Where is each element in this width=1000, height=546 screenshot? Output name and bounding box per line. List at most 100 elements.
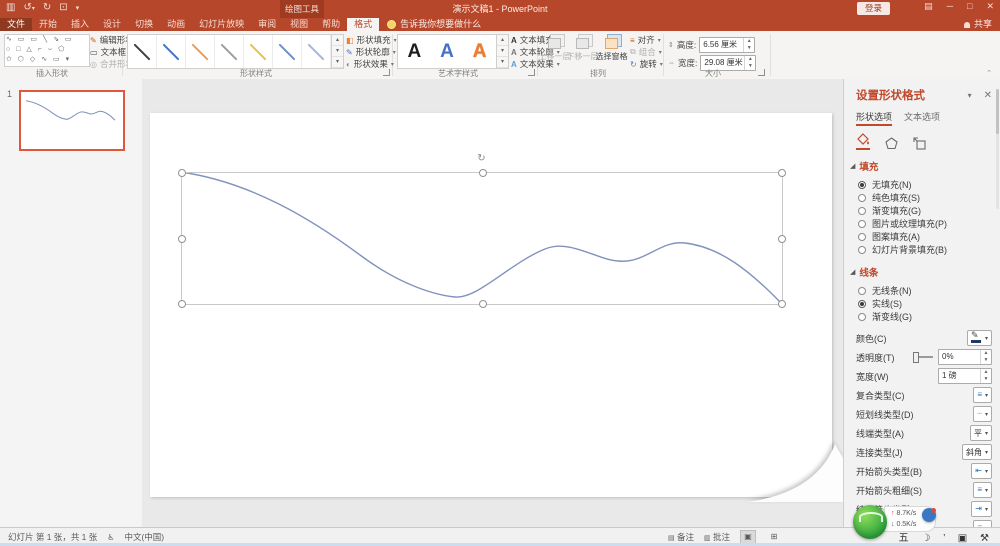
notification-dot-icon[interactable] — [922, 508, 936, 522]
gallery-more-icon[interactable]: ▾ — [497, 57, 508, 68]
spin-up-icon[interactable]: ▲ — [745, 56, 755, 63]
share-button[interactable]: 共享 — [964, 18, 992, 31]
slideshow-icon[interactable]: ⊡ — [59, 2, 67, 13]
selection-pane-button[interactable]: 选择窗格 — [598, 35, 625, 62]
collapse-triangle-icon[interactable]: ◢ — [850, 162, 855, 170]
tab-animations[interactable]: 动画 — [160, 18, 192, 31]
rotate-handle[interactable]: ↻ — [476, 153, 487, 164]
merge-shapes-button[interactable]: ◎ 合并形状▾ — [90, 58, 122, 70]
scroll-down-icon[interactable]: ▾ — [497, 46, 508, 57]
align-button[interactable]: ≡ 对齐▾ — [630, 34, 660, 46]
notes-button[interactable]: ▤ 备注 — [668, 531, 694, 543]
fill-line-category-icon[interactable] — [856, 133, 870, 150]
tell-me-box[interactable]: 告诉我你想要做什么 — [379, 18, 489, 31]
resize-handle-nw[interactable] — [178, 169, 186, 177]
tab-help[interactable]: 帮助 — [315, 18, 347, 31]
wordart-gallery[interactable]: A A A — [397, 34, 497, 69]
customize-qat-icon[interactable]: ▾ — [76, 4, 80, 12]
tab-slideshow[interactable]: 幻灯片放映 — [192, 18, 251, 31]
text-box-button[interactable]: ▭ 文本框▾ — [90, 46, 122, 58]
fill-option-solid[interactable]: 纯色填充(S) — [858, 191, 992, 204]
wordart-dialog-launcher[interactable] — [528, 69, 535, 76]
shape-style-swatch[interactable] — [273, 35, 302, 68]
rotate-button[interactable]: ↻ 旋转▾ — [630, 58, 660, 70]
tab-insert[interactable]: 插入 — [64, 18, 96, 31]
shape-style-swatch[interactable] — [128, 35, 157, 68]
spin-down-icon[interactable]: ▼ — [745, 63, 755, 70]
spin-down-icon[interactable]: ▼ — [981, 357, 991, 364]
redo-icon[interactable]: ↻ — [43, 2, 51, 13]
compound-type-dropdown[interactable]: ≡▾ — [973, 387, 992, 403]
line-width-spinner[interactable]: 1 磅 ▲▼ — [938, 368, 992, 384]
line-option-solid[interactable]: 实线(S) — [858, 297, 992, 310]
undo-icon[interactable]: ↺▾ — [23, 2, 34, 13]
comments-button[interactable]: ▥ 批注 — [704, 531, 730, 543]
height-spinner[interactable]: 6.56 厘米 ▲▼ — [699, 37, 755, 53]
shape-styles-dialog-launcher[interactable] — [383, 69, 390, 76]
bring-forward-button[interactable]: 上移一层 — [541, 35, 568, 62]
resize-handle-w[interactable] — [178, 235, 186, 243]
panel-scrollbar[interactable] — [996, 89, 999, 209]
wordart-sample[interactable]: A — [440, 41, 454, 63]
normal-view-icon[interactable]: ▣ — [740, 530, 756, 544]
shape-style-gallery[interactable] — [127, 34, 332, 69]
slide[interactable]: ↻ — [150, 113, 832, 497]
minimize-icon[interactable]: ─ — [947, 1, 953, 12]
shape-style-swatch[interactable] — [157, 35, 186, 68]
fill-option-pattern[interactable]: 图案填充(A) — [858, 230, 992, 243]
panel-menu-icon[interactable]: ▾ — [968, 91, 972, 100]
resize-handle-n[interactable] — [479, 169, 487, 177]
text-outline-button[interactable]: A 文本轮廓▾ — [511, 46, 537, 58]
fill-option-none[interactable]: 无填充(N) — [858, 178, 992, 191]
shape-outline-button[interactable]: ✎ 形状轮廓▾ — [346, 46, 390, 58]
transparency-slider[interactable] — [915, 356, 933, 358]
spin-down-icon[interactable]: ▼ — [744, 45, 754, 52]
tab-file[interactable]: 文件 — [0, 18, 32, 31]
text-fill-button[interactable]: A 文本填充▾ — [511, 34, 537, 46]
sign-in-button[interactable]: 登录 — [857, 2, 890, 15]
wordart-sample[interactable]: A — [473, 41, 487, 63]
slide-thumbnail[interactable] — [19, 90, 125, 151]
tab-transitions[interactable]: 切换 — [128, 18, 160, 31]
panel-tab-text-options[interactable]: 文本选项 — [904, 110, 940, 126]
panel-close-icon[interactable]: ✕ — [984, 90, 992, 101]
panel-tab-shape-options[interactable]: 形状选项 — [856, 110, 892, 126]
shape-style-swatch[interactable] — [186, 35, 215, 68]
save-icon[interactable]: ▥ — [6, 2, 15, 13]
spin-up-icon[interactable]: ▲ — [981, 350, 991, 357]
editing-canvas[interactable]: ↻ — [142, 79, 843, 528]
gallery-more-icon[interactable]: ▾ — [332, 57, 343, 68]
fill-option-background[interactable]: 幻灯片背景填充(B) — [858, 243, 992, 256]
size-properties-category-icon[interactable] — [913, 137, 926, 150]
scroll-down-icon[interactable]: ▾ — [332, 46, 343, 57]
size-dialog-launcher[interactable] — [758, 69, 765, 76]
freeform-curve-shape[interactable] — [150, 113, 832, 497]
begin-arrow-type-dropdown[interactable]: ⇤▾ — [971, 463, 992, 479]
language-indicator[interactable]: 中文(中国) — [124, 531, 164, 543]
fill-option-gradient[interactable]: 渐变填充(G) — [858, 204, 992, 217]
send-backward-button[interactable]: 下移一层 — [569, 35, 596, 62]
tab-review[interactable]: 审阅 — [251, 18, 283, 31]
collapse-ribbon-icon[interactable]: ⌃ — [986, 69, 992, 77]
collapse-triangle-icon[interactable]: ◢ — [850, 268, 855, 276]
wordart-sample[interactable]: A — [407, 41, 421, 63]
dash-type-dropdown[interactable]: ┄▾ — [973, 406, 992, 422]
accessibility-icon[interactable]: ♿ — [107, 533, 114, 542]
close-icon[interactable]: ✕ — [986, 1, 994, 12]
tab-home[interactable]: 开始 — [32, 18, 64, 31]
shape-style-swatch[interactable] — [244, 35, 273, 68]
selection-bounding-box[interactable]: ↻ — [181, 172, 783, 305]
edit-shape-button[interactable]: ✎ 编辑形状▾ — [90, 34, 122, 46]
spin-down-icon[interactable]: ▼ — [981, 376, 991, 383]
group-button[interactable]: ⧉ 组合▾ — [630, 46, 660, 58]
resize-handle-s[interactable] — [479, 300, 487, 308]
transparency-spinner[interactable]: 0% ▲▼ — [938, 349, 992, 365]
resize-handle-se[interactable] — [778, 300, 786, 308]
end-arrow-type-dropdown[interactable]: ⇥▾ — [971, 501, 992, 517]
tab-format-active[interactable]: 格式 — [347, 18, 379, 31]
tab-design[interactable]: 设计 — [96, 18, 128, 31]
begin-arrow-size-dropdown[interactable]: ≡▾ — [973, 482, 992, 498]
speed-ball-widget[interactable] — [853, 505, 887, 539]
scroll-up-icon[interactable]: ▴ — [497, 35, 508, 46]
line-color-button[interactable]: ▾ — [967, 330, 992, 346]
